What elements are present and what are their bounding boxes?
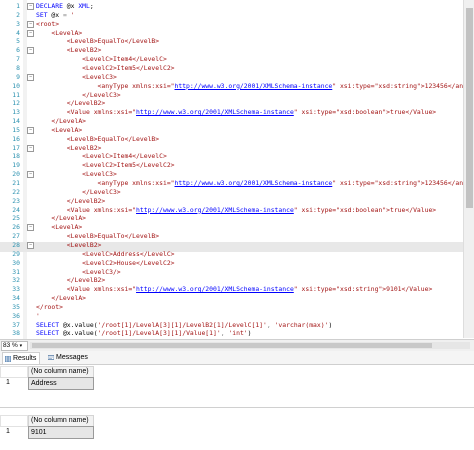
code-token: ; xyxy=(89,2,94,10)
code-token: <LevelA> xyxy=(36,223,83,232)
code-token: ' xyxy=(70,10,75,19)
code-token: @x xyxy=(51,10,63,19)
code-token: <LevelC2>Item5</LevelC2> xyxy=(36,161,175,170)
code-token: <LevelC3/> xyxy=(36,267,121,276)
code-token: , xyxy=(266,320,275,329)
results-pane: (No column name) 1 Address (No column na… xyxy=(0,365,474,450)
code-token: <LevelB>EqualTo</LevelB> xyxy=(36,134,160,143)
message-icon xyxy=(47,354,55,361)
code-line[interactable]: 38 SELECT @x.value('/root[1]/LevelA[3][1]… xyxy=(0,328,474,338)
code-token: <LevelC2>House</LevelC2> xyxy=(36,258,175,267)
code-token: @x xyxy=(66,2,79,10)
code-token: </LevelC3> xyxy=(36,90,121,99)
code-token: http://www.w3.org/2001/XMLSchema-instanc… xyxy=(174,81,333,90)
code-token: </LevelA> xyxy=(36,117,87,126)
grid-icon xyxy=(4,355,12,363)
horizontal-scrollbar[interactable] xyxy=(30,342,470,349)
vertical-scrollbar[interactable] xyxy=(463,0,474,338)
grid-separator xyxy=(0,407,474,412)
results-tabs: Results Messages xyxy=(0,351,474,365)
code-token: <LevelB2> xyxy=(36,46,102,55)
code-token: </LevelB2> xyxy=(36,99,106,108)
code-token: http://www.w3.org/2001/XMLSchema-instanc… xyxy=(136,285,294,294)
code-token: http://www.w3.org/2001/XMLSchema-instanc… xyxy=(136,108,294,117)
code-token: <Value xmlns:xsi=" xyxy=(36,205,137,214)
code-token: http://www.w3.org/2001/XMLSchema-instanc… xyxy=(136,205,294,214)
tab-results-label: Results xyxy=(13,355,37,362)
tab-results[interactable]: Results xyxy=(2,352,41,364)
code-token: '/root[1]/LevelA[3][1]/LevelB2[1]/LevelC… xyxy=(97,320,267,329)
line-number: 38 xyxy=(12,329,20,338)
code-token: 'int' xyxy=(228,329,248,338)
code-token: ' xyxy=(36,311,40,320)
code-token: <LevelA> xyxy=(36,28,83,37)
code-token: </LevelC3> xyxy=(36,187,121,196)
code-token: <LevelB>EqualTo</LevelB> xyxy=(36,37,160,46)
code-token: ) xyxy=(247,329,252,338)
code-token: @x.value( xyxy=(62,320,98,329)
code-token: <LevelA> xyxy=(36,125,83,134)
code-token: <LevelB>EqualTo</LevelB> xyxy=(36,232,160,241)
code-token: <root> xyxy=(36,19,60,28)
vertical-scroll-thumb[interactable] xyxy=(466,8,473,208)
code-token: <LevelC2>Item5</LevelC2> xyxy=(36,63,175,72)
code-token: <LevelC>Item4</LevelC> xyxy=(36,152,167,161)
zoom-select[interactable]: 83 % ▾ xyxy=(1,341,28,351)
code-token: " xsi:type="xsd:boolean">true</Value> xyxy=(293,108,437,117)
code-token: <anyType xmlns:xsi=" xyxy=(36,179,175,187)
code-text: SELECT @x.value('/root[1]/LevelA[3][1]/V… xyxy=(36,328,252,338)
result-cell[interactable]: 9101 xyxy=(28,426,94,439)
code-token: </root> xyxy=(36,302,63,311)
code-token: XML xyxy=(78,2,90,10)
chevron-down-icon: ▾ xyxy=(19,343,23,349)
zoom-value: 83 % xyxy=(3,342,18,349)
code-token: <Value xmlns:xsi=" xyxy=(36,108,137,117)
code-token: http://www.w3.org/2001/XMLSchema-instanc… xyxy=(174,179,333,187)
code-token: <LevelC3> xyxy=(36,72,117,81)
code-token: <Value xmlns:xsi=" xyxy=(36,285,137,294)
code-token: </LevelB2> xyxy=(36,196,106,205)
code-token: DECLARE xyxy=(36,2,67,10)
code-token: <LevelC3> xyxy=(36,170,117,179)
code-token: </LevelB2> xyxy=(36,276,106,285)
row-number[interactable]: 1 xyxy=(6,426,22,438)
code-token: <LevelB2> xyxy=(36,240,102,249)
code-token: SELECT xyxy=(36,320,63,329)
code-token: </LevelA> xyxy=(36,214,87,223)
code-token: SELECT xyxy=(36,329,63,338)
code-token: <LevelC>Item4</LevelC> xyxy=(36,55,167,64)
code-token: = xyxy=(62,10,71,19)
code-token: SET xyxy=(36,10,52,19)
result-cell[interactable]: Address xyxy=(28,377,94,390)
code-token: <LevelC>Address</LevelC> xyxy=(36,249,175,258)
tab-messages[interactable]: Messages xyxy=(46,352,91,363)
row-number[interactable]: 1 xyxy=(6,377,22,389)
code-token: <anyType xmlns:xsi=" xyxy=(36,81,175,90)
tab-messages-label: Messages xyxy=(56,354,88,361)
code-token: </LevelA> xyxy=(36,294,87,303)
code-token: ) xyxy=(328,320,333,329)
code-token: " xsi:type="xsd:boolean">true</Value> xyxy=(293,205,437,214)
code-token: '/root[1]/LevelA[3][1]/Value[1]' xyxy=(97,329,221,338)
query-editor[interactable]: 1− DECLARE @x XML; 2 SET @x = ' 3− <root> 4− <… xyxy=(0,0,474,340)
code-token: " xsi:type="xsd:string">123456</anyType> xyxy=(332,179,474,187)
horizontal-scroll-thumb[interactable] xyxy=(32,343,432,348)
code-token: <LevelB2> xyxy=(36,143,102,152)
code-token: " xsi:type="xsd:string">123456</anyType> xyxy=(332,81,474,90)
code-token: 'varchar(max)' xyxy=(274,320,329,329)
code-token: " xsi:type="xsd:string">9101</Value> xyxy=(293,285,433,294)
code-token: @x.value( xyxy=(62,329,98,338)
